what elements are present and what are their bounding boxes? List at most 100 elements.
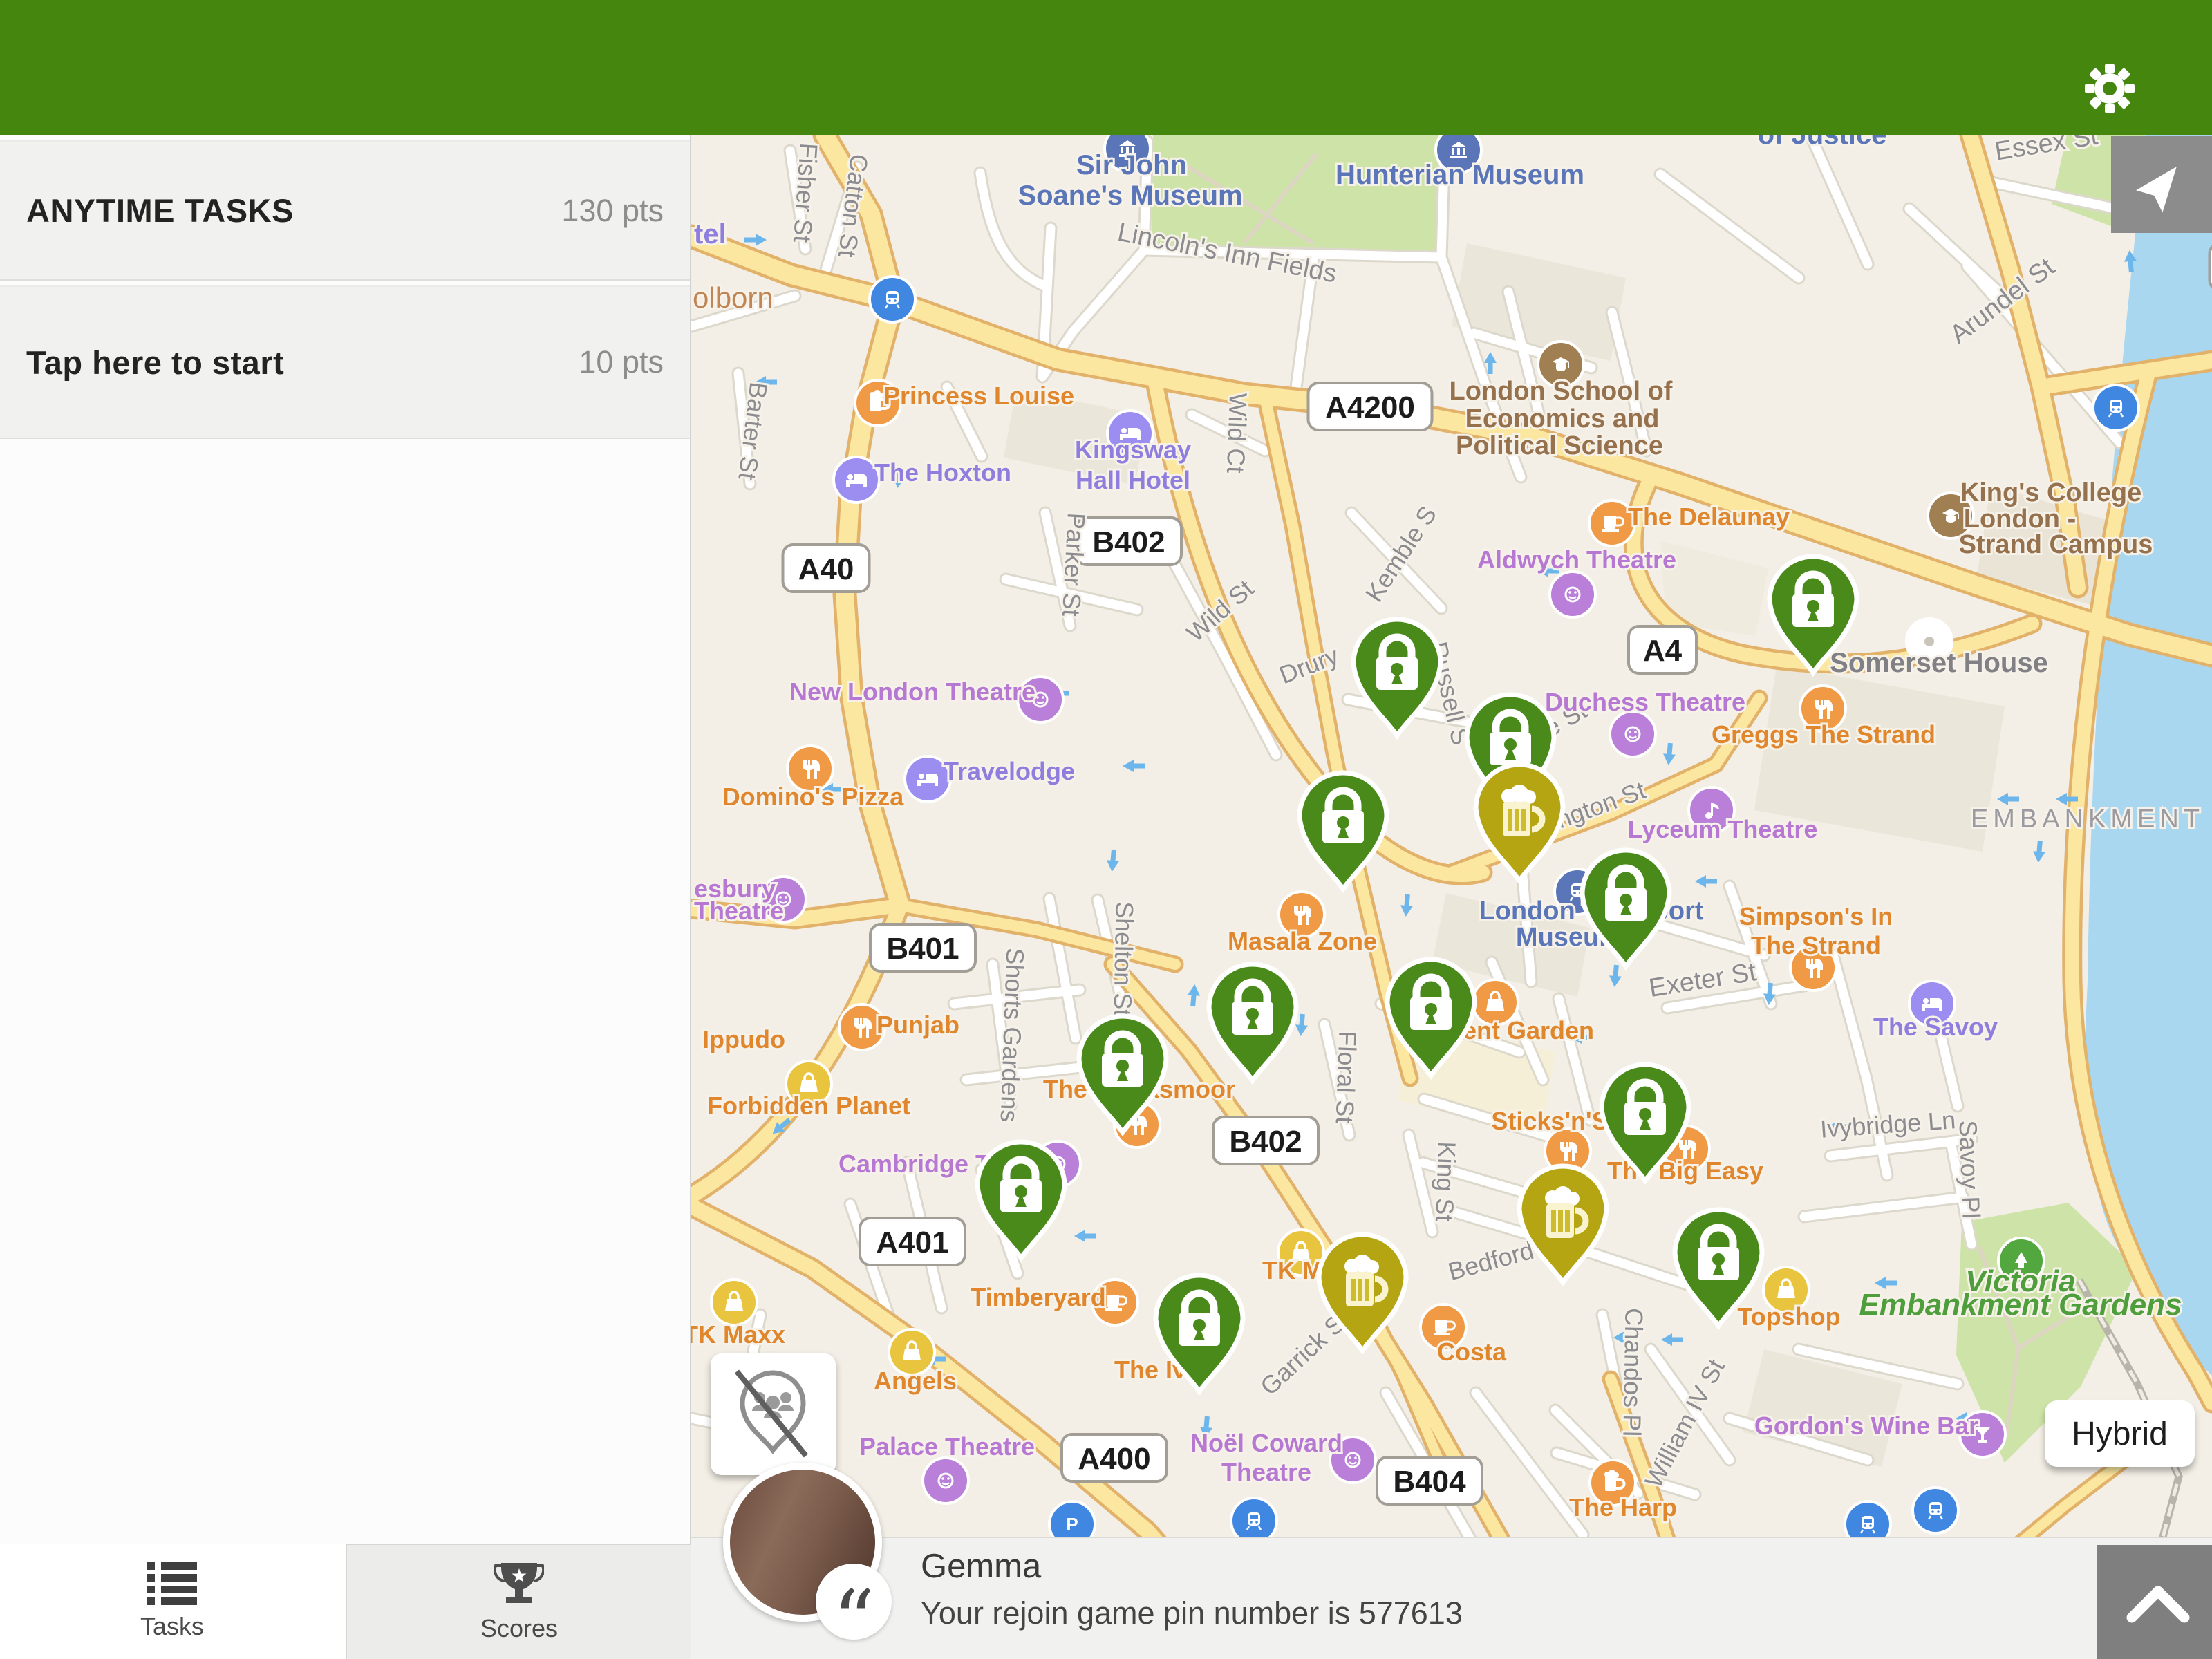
- svg-text:B402: B402: [1229, 1125, 1302, 1159]
- route-badge: A40: [783, 545, 870, 592]
- settings-gear-icon[interactable]: [2079, 58, 2140, 119]
- map-label: Topshop: [1737, 1302, 1840, 1331]
- svg-text:B401: B401: [886, 932, 959, 966]
- navigation-arrow-icon: [2111, 136, 2212, 233]
- quote-icon: “: [816, 1564, 892, 1640]
- map-label: Shelton St: [1109, 901, 1139, 1017]
- map-label: Wild Ct: [1221, 393, 1253, 474]
- route-badge: A401: [860, 1218, 965, 1265]
- tab-tasks-label: Tasks: [140, 1612, 204, 1641]
- map-label: Angels: [874, 1367, 957, 1395]
- task-label: ANYTIME TASKS: [26, 191, 294, 229]
- map-label: King St: [1430, 1141, 1461, 1222]
- map-label: The Hoxton: [874, 458, 1011, 487]
- route-badge: B401: [870, 924, 975, 971]
- locate-me-button[interactable]: [2111, 136, 2212, 233]
- route-badge: A4200: [1309, 383, 1432, 430]
- map-label: tel: [694, 219, 727, 250]
- map-label: The Harp: [1569, 1493, 1677, 1521]
- task-points: 10 pts: [579, 344, 664, 380]
- route-badge: A400: [1062, 1434, 1167, 1481]
- svg-text:A4: A4: [1643, 634, 1683, 668]
- map-label: Ippudo: [702, 1025, 785, 1053]
- map-label: Sir John: [1076, 150, 1187, 180]
- map-label: Parker St: [1057, 512, 1091, 617]
- map-label: Travelodge: [944, 757, 1075, 785]
- tab-tasks[interactable]: Tasks: [0, 1544, 344, 1659]
- bottom-tab-bar: Tasks Scores: [0, 1544, 691, 1659]
- task-label: Tap here to start: [26, 344, 284, 382]
- map-label: Palace Theatre: [859, 1432, 1035, 1461]
- app-header: [0, 0, 2212, 135]
- map-label: The Savoy: [1873, 1013, 1998, 1041]
- map-label: Forbidden Planet: [707, 1091, 910, 1120]
- map-label: Strand Campus: [1959, 530, 2153, 559]
- map-label: Lyceum Theatre: [1628, 815, 1818, 843]
- map-label: olborn: [693, 281, 774, 314]
- map-label: Gordon's Wine Bar: [1754, 1412, 1978, 1440]
- tab-scores[interactable]: Scores: [346, 1544, 691, 1659]
- map-label: The Delaunay: [1628, 503, 1790, 531]
- bed-poi-icon: [834, 457, 879, 503]
- task-row-anytime-tasks[interactable]: ANYTIME TASKS 130 pts: [0, 140, 690, 281]
- map-label: Greggs The Strand: [1712, 720, 1936, 749]
- train-poi-icon: [1913, 1488, 1958, 1533]
- map-label: The Strand: [1751, 931, 1881, 959]
- map-view[interactable]: A40B402A4200A4B401B402A401A400B404A P Fi…: [691, 135, 2212, 1659]
- map-label: Noël Coward: [1190, 1429, 1342, 1457]
- map-label: Theatre: [1221, 1458, 1311, 1486]
- map-label: Economics and: [1465, 404, 1660, 433]
- map-label: Soane's Museum: [1018, 180, 1242, 211]
- task-list-panel: ANYTIME TASKS 130 pts Tap here to start …: [0, 135, 691, 1659]
- route-badge: B402: [1076, 518, 1181, 565]
- task-row-tap-to-start[interactable]: Tap here to start 10 pts: [0, 285, 690, 439]
- hide-players-button[interactable]: [711, 1353, 836, 1475]
- map-label: Simpson's In: [1739, 902, 1893, 930]
- map-label: Savoy Pl: [1954, 1120, 1986, 1219]
- map-label: London School of: [1450, 377, 1673, 406]
- map-label: TK Maxx: [691, 1320, 785, 1349]
- svg-text:A40: A40: [798, 552, 854, 586]
- map-label: Chandos Pl: [1618, 1308, 1648, 1437]
- map-label: Masala Zone: [1228, 927, 1377, 955]
- map-label: Somerset House: [1830, 648, 2048, 678]
- status-message: Your rejoin game pin number is 577613: [921, 1595, 1463, 1631]
- map-label: Theatre: [694, 897, 784, 925]
- gear-icon: [2079, 58, 2140, 119]
- map-label: Princess Louise: [883, 382, 1074, 410]
- trophy-icon: [494, 1562, 544, 1607]
- chevron-up-icon: [2101, 1546, 2212, 1659]
- map-label: Aldwych Theatre: [1477, 545, 1676, 574]
- map-label: King's College: [1960, 478, 2141, 507]
- route-badge: A4: [1629, 626, 1696, 673]
- map-label: Hunterian Museum: [1335, 160, 1584, 190]
- task-points: 130 pts: [561, 193, 664, 229]
- svg-text:B404: B404: [1393, 1465, 1466, 1499]
- mask-poi-icon: [923, 1458, 968, 1503]
- bag-poi-icon: [711, 1280, 757, 1325]
- map-label: Timberyard: [971, 1283, 1105, 1311]
- task-list-icon: [147, 1562, 197, 1605]
- svg-text:A4200: A4200: [1325, 391, 1415, 424]
- svg-text:B402: B402: [1092, 525, 1165, 559]
- mask-poi-icon: [1610, 711, 1656, 757]
- map-label: New London Theatre: [789, 677, 1035, 706]
- map-label: Punjab: [877, 1011, 959, 1039]
- map-label: EMBANKMENT: [1971, 805, 2204, 834]
- map-label: Floral St: [1331, 1031, 1362, 1124]
- svg-text:P: P: [1066, 1514, 1078, 1535]
- train-poi-icon: [870, 276, 915, 322]
- expand-panel-button[interactable]: [2097, 1545, 2212, 1659]
- map-label: Hall Hotel: [1076, 466, 1190, 494]
- route-badge: A: [2210, 243, 2212, 290]
- map-label: Costa: [1437, 1338, 1507, 1366]
- tab-scores-label: Scores: [480, 1614, 558, 1643]
- map-type-hybrid-button[interactable]: Hybrid: [2045, 1400, 2195, 1467]
- map-label: of Justice: [1758, 135, 1887, 150]
- map-label: Sticks'n'S: [1491, 1107, 1608, 1135]
- route-badge: B404: [1377, 1457, 1482, 1504]
- map-label: Duchess Theatre: [1545, 688, 1745, 716]
- no-people-pin-icon: [711, 1353, 836, 1475]
- svg-text:A401: A401: [876, 1226, 948, 1259]
- map-label: Embankment Gardens: [1859, 1288, 2182, 1322]
